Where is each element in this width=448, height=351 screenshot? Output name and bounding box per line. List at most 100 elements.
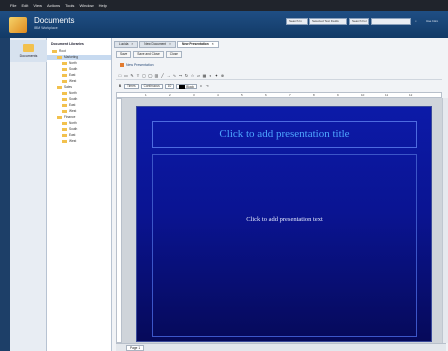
folder-icon	[62, 127, 67, 131]
search-in-label: Search In	[286, 18, 308, 25]
tree-item[interactable]: East	[47, 103, 111, 108]
app-subtitle: IBM Workplace	[34, 26, 58, 30]
tree-item[interactable]: North	[47, 91, 111, 96]
star-icon[interactable]: ☆	[190, 73, 195, 78]
document-tab[interactable]: New Presentation ×	[176, 41, 219, 48]
library-tree: Document Libraries Root Marketing North Sou…	[47, 38, 112, 351]
tree-item[interactable]: South	[47, 67, 111, 72]
tree-item[interactable]: South	[47, 97, 111, 102]
status-bar: Page 1	[116, 343, 446, 351]
tree-item-label: East	[69, 103, 76, 107]
slide[interactable]: Click to add presentation title Click to…	[136, 106, 432, 342]
tree-item-label: Sales	[64, 85, 72, 89]
callout-icon[interactable]: ▱	[196, 73, 200, 78]
shape-rect-icon[interactable]: ▢	[142, 73, 146, 78]
app-window: File Edit View Actions Tools Window Help Docum…	[0, 0, 448, 351]
tree-item[interactable]: West	[47, 79, 111, 84]
tree-item[interactable]: East	[47, 73, 111, 78]
fill-icon[interactable]: ◐	[208, 73, 212, 78]
menu-item-actions[interactable]: Actions	[47, 3, 60, 8]
tree-item-label: South	[69, 97, 78, 101]
documents-folder-icon	[23, 44, 34, 52]
folder-icon	[52, 49, 57, 53]
text-icon[interactable]: T	[136, 73, 140, 78]
tree-item-label: Root	[59, 49, 66, 53]
bold-icon[interactable]: B	[118, 84, 122, 88]
folder-icon	[62, 73, 67, 77]
tree-item-label: East	[69, 133, 76, 137]
tree-item[interactable]: Finance	[47, 115, 111, 120]
documents-logo-icon	[9, 17, 27, 33]
tree-item-label: Marketing	[64, 55, 78, 59]
zoom-icon[interactable]: ⊕	[220, 73, 224, 78]
tree-item[interactable]: Sales	[47, 85, 111, 90]
font-size-select[interactable]: 10	[164, 83, 175, 89]
tree-item[interactable]: West	[47, 109, 111, 114]
tree-item[interactable]: South	[47, 127, 111, 132]
indent-icon[interactable]: ⇥	[205, 84, 209, 88]
tree-item-label: South	[69, 67, 78, 71]
arrow-icon[interactable]: →	[166, 73, 170, 78]
document-tab[interactable]: New Document ×	[139, 41, 176, 48]
tree-item[interactable]: East	[47, 133, 111, 138]
nav-item-documents[interactable]: Documents	[10, 40, 47, 62]
font-name-select[interactable]: Times	[124, 83, 139, 89]
menu-item-help[interactable]: Help	[99, 3, 107, 8]
tree-item-label: Finance	[64, 115, 76, 119]
open-icon[interactable]: ▭	[124, 73, 128, 78]
save-button[interactable]: Save	[116, 51, 132, 58]
tree-item[interactable]: North	[47, 61, 111, 66]
line-icon[interactable]: ╱	[160, 73, 164, 78]
search-go-icon[interactable]: ⌕	[415, 18, 417, 25]
tree-item-label: West	[69, 109, 77, 113]
folder-icon	[62, 97, 67, 101]
page-indicator: Page 1	[126, 344, 145, 351]
folder-icon	[62, 109, 67, 113]
slide-title-placeholder[interactable]: Click to add presentation title	[152, 121, 417, 148]
tab-label: New Document	[144, 42, 167, 46]
tree-item[interactable]: Marketing	[47, 55, 111, 60]
document-name: New Presentation	[120, 63, 154, 68]
connector-icon[interactable]: ⤳	[178, 73, 182, 78]
paragraph-style-select[interactable]: Continuous	[140, 83, 163, 89]
color-swatch	[179, 84, 186, 89]
search-scope-select[interactable]: Selected Text Fields	[309, 18, 347, 25]
close-button[interactable]: Close	[165, 51, 182, 58]
shape-ellipse-icon[interactable]: ◯	[148, 73, 152, 78]
folder-icon	[62, 79, 67, 83]
curve-icon[interactable]: ∿	[172, 73, 176, 78]
document-name-text: New Presentation	[126, 63, 154, 67]
tree-item[interactable]: North	[47, 121, 111, 126]
rotate-icon[interactable]: ↻	[184, 73, 188, 78]
chart-icon[interactable]: ▥	[154, 73, 159, 78]
tree-item[interactable]: Root	[47, 49, 111, 54]
effects-icon[interactable]: ✦	[214, 73, 218, 78]
close-tab-icon[interactable]: ×	[212, 42, 214, 46]
document-tab[interactable]: Lucida ×	[114, 41, 139, 48]
close-tab-icon[interactable]: ×	[131, 42, 133, 46]
folder-icon	[57, 85, 62, 89]
search-input[interactable]	[371, 18, 411, 25]
menu-item-file[interactable]: File	[10, 3, 16, 8]
app-title: Documents	[34, 16, 75, 25]
grid-icon[interactable]: ▦	[202, 73, 207, 78]
tree-heading: Document Libraries	[51, 42, 84, 46]
edit-icon[interactable]: ✎	[130, 73, 134, 78]
menu-bar: File Edit View Actions Tools Window Help	[0, 0, 448, 11]
search-for-label: Search For	[349, 18, 369, 25]
presentation-icon	[120, 63, 124, 68]
menu-item-tools[interactable]: Tools	[65, 3, 74, 8]
menu-item-view[interactable]: View	[33, 3, 42, 8]
save-and-close-button[interactable]: Save and Close	[133, 51, 164, 58]
use-intro-link[interactable]: Use Intro	[426, 18, 438, 25]
tree-item[interactable]: West	[47, 139, 111, 144]
close-tab-icon[interactable]: ×	[169, 42, 171, 46]
menu-item-window[interactable]: Window	[79, 3, 93, 8]
color-select[interactable]: Black	[176, 83, 198, 89]
new-icon[interactable]: □	[118, 73, 122, 78]
menu-item-edit[interactable]: Edit	[21, 3, 28, 8]
slide-body-placeholder[interactable]: Click to add presentation text	[152, 154, 417, 337]
vertical-scrollbar[interactable]	[442, 98, 448, 343]
left-navigation: Documents	[10, 38, 47, 351]
align-icon[interactable]: ≡	[199, 84, 203, 88]
